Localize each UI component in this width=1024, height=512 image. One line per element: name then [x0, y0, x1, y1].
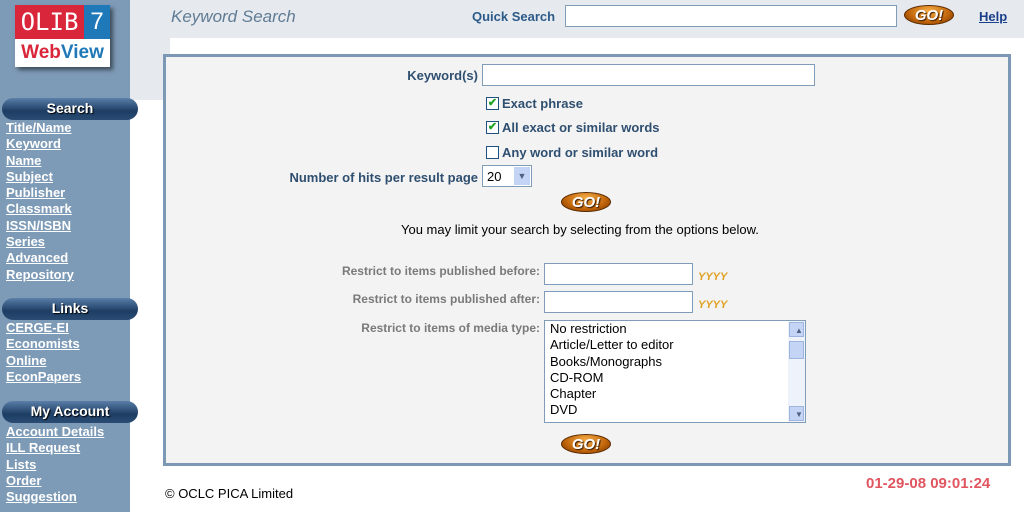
search-go-button[interactable]: GO!: [561, 192, 611, 212]
all-exact-similar-label: All exact or similar words: [502, 120, 660, 135]
keyword-label: Keyword(s): [407, 68, 478, 83]
logo-web: Web: [21, 42, 61, 63]
sidebar-item-title-name[interactable]: Title/Name: [6, 120, 74, 136]
links-section-header: Links: [2, 298, 138, 320]
published-before-format: YYYY: [698, 271, 728, 283]
published-before-label: Restrict to items published before:: [341, 264, 540, 278]
sidebar-item-suggestion[interactable]: Suggestion: [6, 489, 104, 505]
media-option[interactable]: Books/Monographs: [545, 354, 805, 370]
keyword-input[interactable]: [482, 64, 815, 86]
copyright: © OCLC PICA Limited: [165, 486, 294, 501]
page-title: Keyword Search: [171, 7, 296, 26]
quick-search-go-button[interactable]: GO!: [904, 5, 954, 25]
sidebar-item-econpapers[interactable]: EconPapers: [6, 369, 81, 385]
checkbox-unchecked-icon: [486, 146, 499, 159]
sidebar-item-account-details[interactable]: Account Details: [6, 424, 104, 440]
help-link[interactable]: Help: [979, 9, 1007, 24]
external-links: CERGE-EI Economists Online EconPapers: [6, 320, 81, 385]
sidebar-item-issn-isbn[interactable]: ISSN/ISBN: [6, 218, 74, 234]
search-section-header: Search: [2, 98, 138, 120]
sidebar-item-order[interactable]: Order: [6, 473, 104, 489]
sidebar-item-economists[interactable]: Economists: [6, 336, 81, 352]
sidebar-item-cerge-ei[interactable]: CERGE-EI: [6, 320, 81, 336]
hits-per-page-value: 20: [487, 169, 502, 184]
sidebar-item-lists[interactable]: Lists: [6, 457, 104, 473]
media-option[interactable]: No restriction: [545, 321, 805, 337]
limit-instructions: You may limit your search by selecting f…: [401, 222, 759, 237]
sidebar-item-series[interactable]: Series: [6, 234, 74, 250]
logo-number: 7: [84, 5, 110, 39]
sidebar-item-keyword[interactable]: Keyword: [6, 136, 74, 152]
exact-phrase-checkbox[interactable]: ✔ Exact phrase: [486, 96, 583, 111]
published-after-input[interactable]: [544, 291, 693, 313]
hits-per-page-label: Number of hits per result page: [289, 170, 478, 185]
any-word-label: Any word or similar word: [502, 145, 659, 160]
checkbox-checked-icon: ✔: [486, 97, 499, 110]
account-section-header: My Account: [2, 401, 138, 423]
logo-view: View: [60, 42, 104, 63]
datetime: 01-29-08 09:01:24: [866, 475, 991, 492]
search-links: Title/Name Keyword Name Subject Publishe…: [6, 120, 74, 283]
sidebar-item-ill-request[interactable]: ILL Request: [6, 440, 104, 456]
media-option[interactable]: DVD: [545, 402, 805, 418]
hits-per-page-select[interactable]: 20 ▼: [482, 165, 532, 187]
exact-phrase-label: Exact phrase: [502, 96, 583, 111]
checkbox-checked-icon: ✔: [486, 121, 499, 134]
scroll-up-icon[interactable]: ▲: [789, 322, 804, 337]
scroll-thumb[interactable]: [789, 341, 804, 359]
media-type-label: Restrict to items of media type:: [361, 321, 540, 335]
chevron-down-icon: ▼: [514, 167, 530, 185]
any-word-checkbox[interactable]: Any word or similar word: [486, 145, 658, 160]
media-option[interactable]: Chapter: [545, 386, 805, 402]
olib-logo: OLIB 7 WebView: [15, 5, 110, 67]
scroll-down-icon[interactable]: ▼: [789, 406, 804, 421]
published-after-label: Restrict to items published after:: [352, 292, 540, 306]
sidebar-item-classmark[interactable]: Classmark: [6, 201, 74, 217]
media-option[interactable]: Article/Letter to editor: [545, 337, 805, 353]
sidebar-item-publisher[interactable]: Publisher: [6, 185, 74, 201]
listbox-scrollbar[interactable]: ▲ ▼: [788, 321, 805, 422]
sidebar-item-name[interactable]: Name: [6, 153, 74, 169]
media-option[interactable]: CD-ROM: [545, 370, 805, 386]
sidebar-item-advanced[interactable]: Advanced: [6, 250, 74, 266]
quick-search-label: Quick Search: [472, 9, 556, 24]
account-links: Account Details ILL Request Lists Order …: [6, 424, 104, 505]
media-type-listbox[interactable]: No restriction Article/Letter to editor …: [544, 320, 806, 423]
sidebar-item-subject[interactable]: Subject: [6, 169, 74, 185]
limit-go-button[interactable]: GO!: [561, 434, 611, 454]
published-before-input[interactable]: [544, 263, 693, 285]
sidebar-item-repository[interactable]: Repository: [6, 267, 74, 283]
all-exact-similar-checkbox[interactable]: ✔ All exact or similar words: [486, 120, 660, 135]
published-after-format: YYYY: [698, 299, 728, 311]
logo-olib: OLIB: [15, 5, 84, 39]
quick-search-input[interactable]: [565, 5, 897, 27]
sidebar-item-online[interactable]: Online: [6, 353, 81, 369]
